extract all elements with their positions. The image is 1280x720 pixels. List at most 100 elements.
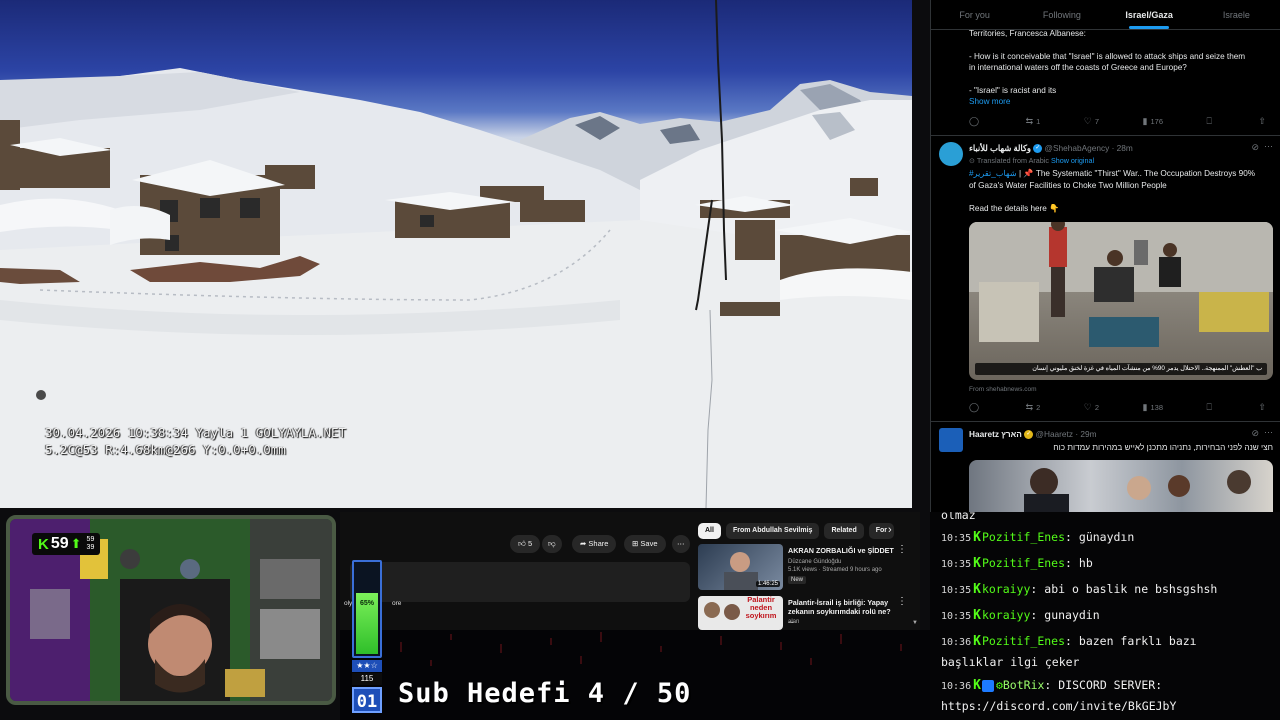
tweet-image[interactable]: ب "العطش" الممنهجة.. الاحتلال يدمر 90% م… <box>969 222 1273 380</box>
hashtag-link[interactable]: #شهاب_تقرير <box>969 169 1017 178</box>
description-more[interactable]: ore <box>392 600 401 607</box>
politicians-photo <box>1024 468 1251 512</box>
chat-username[interactable]: BotRix <box>1003 678 1045 692</box>
chat-message: 10:35 Kkoraiyy: abi o baslik ne bshsgshsh <box>941 582 1218 597</box>
tweet-line <box>969 74 1274 85</box>
level-points: 115 <box>352 673 382 685</box>
chat-username[interactable]: Pozitif_Enes <box>982 530 1065 544</box>
tweet-shehab[interactable]: وكالة شهاب للأنباء ✓ @ShehabAgency · 28m… <box>931 136 1280 422</box>
verified-icon: ✓ <box>1024 430 1034 440</box>
more-icon[interactable]: ⋯ <box>1264 141 1273 152</box>
kick-logo-icon: K <box>38 535 49 553</box>
save-button[interactable]: ⊞ Save <box>624 535 666 553</box>
repost-button[interactable]: ⇆ 2 <box>1026 402 1041 413</box>
like-button[interactable]: ♡ 2 <box>1084 402 1099 413</box>
image-caption: ب "العطش" الممنهجة.. الاحتلال يدمر 90% م… <box>975 363 1267 375</box>
more-icon[interactable]: ⋮ <box>897 596 907 607</box>
repost-button[interactable]: ⇆ 1 <box>1026 116 1041 127</box>
chat-username[interactable]: Pozitif_Enes <box>982 556 1065 570</box>
chip-from-channel[interactable]: From Abdullah Sevilmiş <box>725 523 820 539</box>
more-actions-button[interactable]: ⋯ <box>672 535 690 553</box>
tab-israele[interactable]: Israele <box>1193 0 1280 29</box>
sub-goal: Sub Hedefi 4 / 50 <box>398 678 692 709</box>
avatar[interactable] <box>939 428 963 452</box>
video-description[interactable]: olya ore <box>344 562 690 607</box>
share-button[interactable]: ⇧ <box>1258 116 1269 127</box>
kick-side-stats: 59 39 <box>87 536 95 552</box>
author-handle[interactable]: @Haaretz <box>1036 429 1073 439</box>
tab-israel-gaza[interactable]: Israel/Gaza <box>1106 0 1193 29</box>
share-button[interactable]: ➦ Share <box>572 535 617 553</box>
chat-message: 10:35 KPozitif_Enes: hb <box>941 556 1093 571</box>
tweet-haaretz[interactable]: Haaretz הארץ ✓ @Haaretz · 29m ⊘ ⋯ חצי שנ… <box>931 422 1280 512</box>
tweet-line: - "Israel" is racist and its <box>969 85 1057 95</box>
chip-all[interactable]: All <box>698 523 721 539</box>
chat-username[interactable]: koraiyy <box>982 582 1030 596</box>
show-more-link[interactable]: Show more <box>969 96 1274 108</box>
tweet-text: | 📌 The Systematic "Thirst" War.. The Oc… <box>1018 169 1256 178</box>
channel-name[interactable]: Düzcane Gündoğdu <box>788 558 841 566</box>
thumbs-down-icon: 👎︎ <box>548 539 556 548</box>
kick-side-bottom: 39 <box>86 544 95 551</box>
chip-related[interactable]: Related <box>824 523 864 539</box>
views-button[interactable]: ▮ 138 <box>1143 402 1163 413</box>
channel-name[interactable]: alan <box>788 618 799 626</box>
kick-side-top: 59 <box>86 536 95 543</box>
author-name[interactable]: وكالة شهاب للأنباء <box>969 143 1031 153</box>
tab-for-you[interactable]: For you <box>931 0 1018 29</box>
video-thumbnail[interactable]: Palantir neden soykırım <box>698 596 783 630</box>
separator-dot: · <box>1075 429 1079 439</box>
chat-username[interactable]: Pozitif_Enes <box>982 634 1065 648</box>
tweet-albanese[interactable]: Territories, Francesca Albanese: - How i… <box>931 26 1280 136</box>
chart-icon: ▮ <box>1142 401 1148 412</box>
tweet-author-line: وكالة شهاب للأنباء ✓ @ShehabAgency · 28m <box>969 143 1133 154</box>
avatar[interactable] <box>939 142 963 166</box>
chat-text: hb <box>1078 556 1093 570</box>
share-button[interactable]: ⇧ <box>1258 402 1269 413</box>
recommended-video[interactable]: 1:46:25 AKRAN ZORBALIĞI ve ŞİDDET Düzcan… <box>698 544 913 590</box>
chat-message: 10:35 Kkoraiyy: gunaydin <box>941 608 1100 623</box>
like-button[interactable]: ♡ 7 <box>1084 116 1099 127</box>
chevron-right-icon[interactable]: › <box>888 524 892 536</box>
more-icon: ⋯ <box>677 539 685 548</box>
tweet-time[interactable]: 28m <box>1117 143 1133 153</box>
heart-icon: ♡ <box>1083 115 1092 126</box>
chat-link[interactable]: https://discord.com/invite/BkGEJbY <box>941 699 1176 713</box>
more-icon[interactable]: ⋯ <box>1264 427 1273 438</box>
video-thumbnail[interactable]: 1:46:25 <box>698 544 783 590</box>
webcam-video[interactable]: 30.04.2026 10:38:34 Yayla 1 GOLYAYLA.NET… <box>0 0 912 508</box>
bookmark-icon: ⊞ <box>632 539 639 548</box>
video-duration: 1:46:25 <box>755 581 780 587</box>
dislike-button[interactable]: 👎︎ <box>542 535 562 553</box>
chat-username[interactable]: koraiyy <box>982 608 1030 622</box>
new-badge: New <box>788 576 807 584</box>
recommendation-chips: All From Abdullah Sevilmiş Related For <box>698 523 895 539</box>
reply-button[interactable]: ◯ <box>969 402 982 413</box>
level-tube: 65% <box>352 560 382 658</box>
views-button[interactable]: ▮ 176 <box>1143 116 1163 127</box>
reply-button[interactable]: ◯ <box>969 116 982 127</box>
separator-dot: · <box>1111 143 1115 153</box>
scroll-down-icon[interactable]: ▼ <box>912 620 918 626</box>
tweet-image[interactable] <box>969 460 1273 512</box>
video-title[interactable]: AKRAN ZORBALIĞI ve ŞİDDET <box>788 546 898 555</box>
tab-following[interactable]: Following <box>1018 0 1105 29</box>
like-button[interactable]: 👍︎ 5 <box>510 535 541 553</box>
show-original-link[interactable]: Show original <box>1051 156 1094 165</box>
chat-text: günaydın <box>1078 530 1135 544</box>
grok-icon[interactable]: ⊘ <box>1251 428 1259 439</box>
link-source[interactable]: From shehabnews.com <box>969 386 1037 393</box>
bot-badge-icon <box>981 679 994 692</box>
gear-badge-icon: ⚙ <box>995 678 1003 692</box>
video-title[interactable]: Palantir-İsrail iş birliği: Yapay zekanı… <box>788 598 898 625</box>
more-icon[interactable]: ⋮ <box>897 544 907 555</box>
bookmark-button[interactable]: ⎕ <box>1207 116 1215 127</box>
grok-icon[interactable]: ⊘ <box>1251 142 1259 153</box>
heart-icon: ♡ <box>1083 401 1092 412</box>
level-number: 01 <box>352 687 382 713</box>
tweet-time[interactable]: 29m <box>1080 429 1096 439</box>
bookmark-button[interactable]: ⎕ <box>1207 402 1215 413</box>
author-handle[interactable]: @ShehabAgency <box>1045 143 1110 153</box>
author-name[interactable]: Haaretz הארץ <box>969 429 1022 439</box>
level-stars: ★★☆ <box>352 660 382 672</box>
